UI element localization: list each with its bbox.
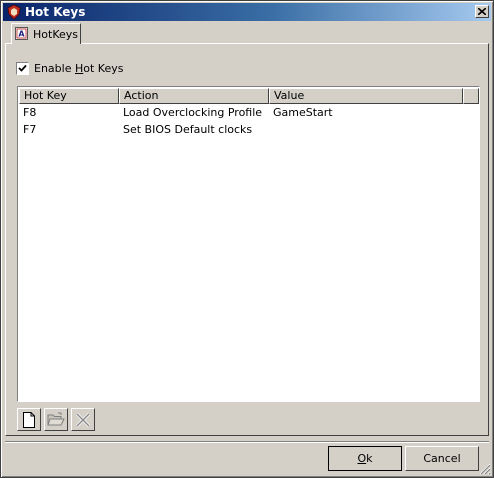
column-header-hot-key[interactable]: Hot Key <box>19 88 119 104</box>
enable-hotkeys-checkbox[interactable] <box>16 62 29 75</box>
cell-action: Set BIOS Default clocks <box>123 123 253 136</box>
close-button[interactable] <box>475 5 489 18</box>
ok-mnemonic: O <box>357 452 367 465</box>
ok-button-label: Ok <box>357 452 372 465</box>
svg-text:A: A <box>18 30 25 39</box>
ok-button[interactable]: Ok <box>328 446 402 471</box>
enable-hotkeys-label: Enable Hot Keys <box>34 62 123 75</box>
hotkeys-tab-icon: A <box>15 27 28 40</box>
checkmark-icon <box>18 64 27 72</box>
column-header-filler <box>463 88 479 104</box>
label-part: ot Keys <box>83 62 124 75</box>
delete-x-icon <box>75 412 91 427</box>
window-title: Hot Keys <box>25 5 86 19</box>
hotkeys-list[interactable]: Hot Key Action Value F8 Load Overclockin… <box>17 86 480 402</box>
open-hotkey-button[interactable] <box>44 408 68 431</box>
resize-grip-icon[interactable] <box>479 463 491 475</box>
tab-hotkeys-label: HotKeys <box>33 28 78 41</box>
new-document-icon <box>23 411 35 428</box>
footer-separator <box>5 441 489 443</box>
tab-hotkeys[interactable]: A HotKeys <box>11 23 81 44</box>
new-hotkey-button[interactable] <box>17 408 41 431</box>
table-row[interactable]: F8 Load Overclocking Profile GameStart <box>19 104 463 121</box>
close-icon <box>478 8 486 15</box>
list-header: Hot Key Action Value <box>19 88 479 104</box>
cell-action: Load Overclocking Profile <box>123 106 263 119</box>
enable-hotkeys-row[interactable]: Enable Hot Keys <box>16 62 123 75</box>
label-mnemonic: H <box>74 62 84 75</box>
cell-hot-key: F7 <box>23 123 37 136</box>
column-header-action[interactable]: Action <box>119 88 269 104</box>
cell-value: GameStart <box>273 106 333 119</box>
cancel-button[interactable]: Cancel <box>405 446 479 471</box>
cell-value <box>269 121 463 138</box>
title-bar[interactable]: Hot Keys <box>3 3 491 21</box>
hot-keys-dialog: Hot Keys A HotKeys Enable Hot Keys Hot K <box>0 0 494 478</box>
app-shield-icon <box>6 4 22 20</box>
open-folder-icon <box>47 412 65 426</box>
delete-hotkey-button[interactable] <box>71 408 95 431</box>
table-row[interactable]: F7 Set BIOS Default clocks <box>19 121 463 138</box>
cell-hot-key: F8 <box>23 106 37 119</box>
ok-rest: k <box>366 452 373 465</box>
label-part: Enable <box>34 62 75 75</box>
column-header-value[interactable]: Value <box>269 88 463 104</box>
